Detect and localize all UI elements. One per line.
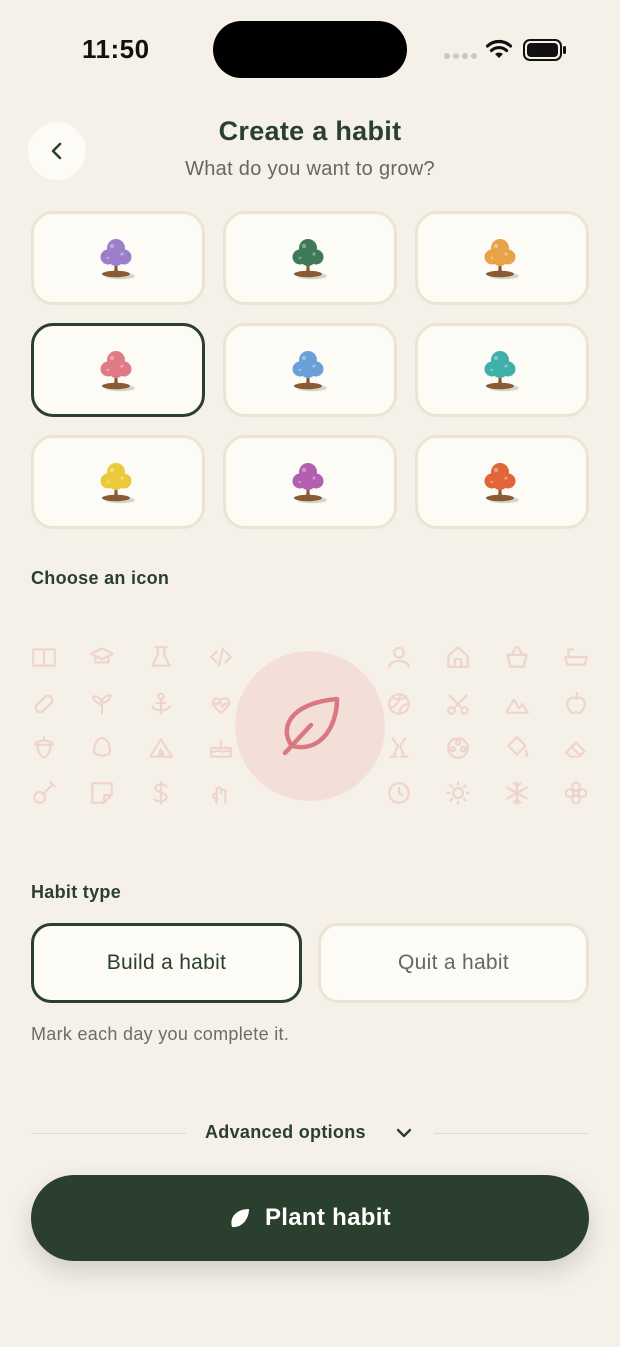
bandage-icon[interactable]	[31, 691, 57, 722]
plant-habit-label: Plant habit	[265, 1204, 391, 1231]
tree-icon	[484, 239, 519, 280]
habit-type-hint: Mark each day you complete it.	[31, 1024, 290, 1044]
mountain-icon[interactable]	[504, 691, 530, 722]
divider	[31, 1133, 186, 1134]
build-habit-button[interactable]: Build a habit	[31, 923, 302, 1003]
flask-icon[interactable]	[148, 644, 174, 675]
user-icon[interactable]	[386, 644, 412, 675]
dynamic-island	[213, 21, 407, 78]
habit-type-label: Habit type	[31, 882, 122, 902]
page-subtitle: What do you want to grow?	[185, 158, 435, 180]
tent-icon[interactable]	[148, 735, 174, 766]
tree-option-yellow[interactable]	[31, 435, 205, 529]
page-title: Create a habit	[218, 116, 402, 146]
snowflake-icon[interactable]	[504, 780, 530, 811]
tree-option-orange[interactable]	[415, 211, 589, 305]
heart-pulse-icon[interactable]	[208, 691, 234, 722]
dollar-icon[interactable]	[148, 780, 174, 811]
divider	[434, 1133, 589, 1134]
tree-option-green[interactable]	[223, 211, 397, 305]
cellular-signal-icon	[444, 53, 477, 59]
wifi-icon	[485, 39, 513, 58]
anchor-icon[interactable]	[148, 691, 174, 722]
tree-icon	[292, 351, 327, 392]
tree-option-teal[interactable]	[415, 323, 589, 417]
tree-option-purple[interactable]	[31, 211, 205, 305]
chevron-down-icon	[396, 1128, 412, 1138]
cheers-icon[interactable]	[386, 735, 412, 766]
tree-icon	[100, 239, 135, 280]
status-time: 11:50	[82, 34, 150, 64]
bathtub-icon[interactable]	[563, 644, 589, 675]
house-icon[interactable]	[445, 644, 471, 675]
hand-icon[interactable]	[208, 780, 234, 811]
choose-icon-label: Choose an icon	[31, 568, 170, 588]
tree-option-red-orange[interactable]	[415, 435, 589, 529]
leaf-icon	[282, 696, 340, 756]
tree-icon	[100, 351, 135, 392]
tree-icon	[484, 351, 519, 392]
film-icon[interactable]	[445, 735, 471, 766]
tree-icon	[100, 463, 135, 504]
tree-icon	[292, 463, 327, 504]
cake-icon[interactable]	[208, 735, 234, 766]
tree-icon	[292, 239, 327, 280]
selected-icon[interactable]	[235, 651, 385, 801]
graduation-cap-icon[interactable]	[89, 644, 115, 675]
sun-icon[interactable]	[445, 780, 471, 811]
paint-bucket-icon[interactable]	[504, 735, 530, 766]
sticky-note-icon[interactable]	[89, 780, 115, 811]
book-icon[interactable]	[31, 644, 57, 675]
eraser-icon[interactable]	[563, 735, 589, 766]
guitar-icon[interactable]	[31, 780, 57, 811]
tree-option-pink[interactable]	[31, 323, 205, 417]
tree-option-magenta[interactable]	[223, 435, 397, 529]
basket-icon[interactable]	[504, 644, 530, 675]
advanced-options-label: Advanced options	[205, 1122, 366, 1142]
scissors-icon[interactable]	[445, 691, 471, 722]
volleyball-icon[interactable]	[386, 691, 412, 722]
acorn-icon[interactable]	[31, 735, 57, 766]
flower-icon[interactable]	[563, 780, 589, 811]
quit-habit-button[interactable]: Quit a habit	[318, 923, 589, 1003]
tree-color-grid	[31, 211, 589, 529]
habit-type-selector: Build a habit Quit a habit	[31, 923, 589, 1003]
advanced-options-toggle[interactable]: Advanced options	[31, 1118, 589, 1148]
plant-habit-button[interactable]: Plant habit	[31, 1175, 589, 1261]
status-bar: 11:50	[0, 0, 620, 100]
battery-icon	[523, 39, 566, 61]
tree-option-blue[interactable]	[223, 323, 397, 417]
apple-icon[interactable]	[563, 691, 589, 722]
clock-icon[interactable]	[386, 780, 412, 811]
tree-icon	[484, 463, 519, 504]
sprout-icon[interactable]	[89, 691, 115, 722]
leaf-icon	[231, 1209, 249, 1228]
code-icon[interactable]	[208, 644, 234, 675]
egg-icon[interactable]	[89, 735, 115, 766]
